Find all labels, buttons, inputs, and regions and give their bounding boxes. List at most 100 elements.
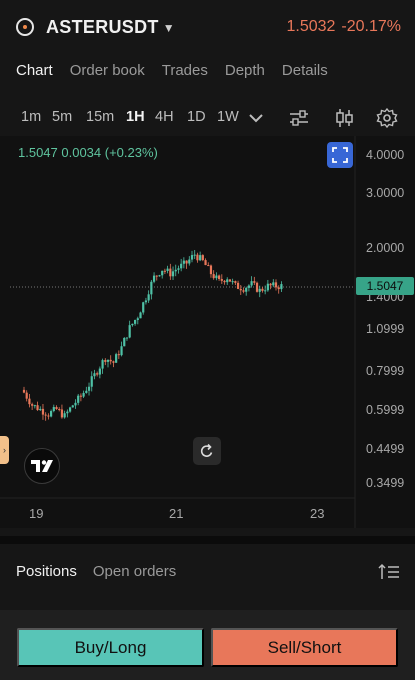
candle-body bbox=[136, 318, 139, 320]
candle-body bbox=[250, 281, 253, 286]
chart-toolbar: 1m 5m 15m 1H 4H 1D 1W bbox=[0, 104, 415, 132]
candle-body bbox=[44, 414, 47, 416]
candle-body bbox=[120, 346, 123, 356]
candle-body bbox=[123, 337, 126, 347]
timeframe-15m[interactable]: 15m bbox=[86, 109, 114, 125]
candle-body bbox=[166, 268, 169, 272]
candle-body bbox=[255, 282, 259, 292]
x-tick-label: 23 bbox=[310, 506, 325, 521]
candle-body bbox=[258, 288, 261, 292]
tab-open-orders[interactable]: Open orders bbox=[93, 563, 176, 580]
candle-body bbox=[247, 285, 251, 288]
candle-body bbox=[131, 323, 134, 326]
candle-body bbox=[204, 260, 207, 266]
candle-body bbox=[28, 398, 31, 405]
candle-body bbox=[155, 275, 158, 277]
buy-long-button[interactable]: Buy/Long bbox=[17, 628, 204, 667]
candle-body bbox=[207, 265, 210, 267]
candle-body bbox=[158, 275, 161, 277]
sell-short-button[interactable]: Sell/Short bbox=[211, 628, 398, 667]
candle-body bbox=[82, 392, 85, 397]
candle-body bbox=[109, 359, 112, 362]
candle-body bbox=[33, 405, 36, 407]
candle-body bbox=[266, 283, 269, 291]
candle-body bbox=[112, 361, 115, 363]
tab-positions[interactable]: Positions bbox=[16, 563, 77, 580]
symbol-dropdown-icon[interactable]: ▼ bbox=[163, 21, 175, 35]
timeframe-1w[interactable]: 1W bbox=[217, 109, 239, 125]
chevron-down-icon[interactable] bbox=[244, 107, 268, 129]
candle-body bbox=[22, 389, 26, 393]
candle-body bbox=[239, 288, 242, 291]
candle-body bbox=[201, 255, 204, 261]
timeframe-4h[interactable]: 4H bbox=[155, 109, 174, 125]
y-tick-label: 0.4499 bbox=[366, 442, 405, 456]
candle-body bbox=[269, 283, 272, 286]
candle-body bbox=[58, 409, 61, 411]
y-tick-label: 1.0999 bbox=[366, 322, 405, 336]
fullscreen-button[interactable] bbox=[327, 142, 353, 168]
candle-body bbox=[196, 254, 199, 261]
candle-body bbox=[47, 415, 50, 417]
candle-body bbox=[128, 325, 131, 338]
candle-body bbox=[147, 294, 150, 301]
candle-body bbox=[264, 290, 267, 292]
candle-body bbox=[177, 268, 180, 270]
candle-body bbox=[115, 354, 118, 363]
price-change: -20.17% bbox=[341, 18, 401, 35]
indicator-settings-icon[interactable] bbox=[287, 107, 311, 129]
tab-details[interactable]: Details bbox=[282, 62, 328, 79]
timeframe-5m[interactable]: 5m bbox=[52, 109, 72, 125]
candle-body bbox=[79, 395, 83, 397]
candle-body bbox=[52, 407, 55, 412]
tab-order-book[interactable]: Order book bbox=[70, 62, 145, 79]
last-price: 1.5032 bbox=[286, 18, 336, 35]
fullscreen-icon bbox=[332, 147, 348, 163]
candle-body bbox=[66, 411, 69, 414]
candle-body bbox=[174, 269, 177, 272]
tab-trades[interactable]: Trades bbox=[162, 62, 208, 79]
candle-body bbox=[193, 254, 196, 256]
aster-logo-icon bbox=[16, 18, 34, 36]
timeframe-1m[interactable]: 1m bbox=[21, 109, 41, 125]
candle-body bbox=[280, 284, 283, 290]
candle-body bbox=[223, 280, 226, 283]
candle-body bbox=[152, 275, 156, 282]
candle-body bbox=[185, 260, 188, 264]
candle-body bbox=[87, 386, 91, 391]
symbol-label[interactable]: ASTERUSDT bbox=[46, 17, 159, 38]
candlestick-icon[interactable] bbox=[332, 107, 356, 129]
y-tick-label: 4.0000 bbox=[366, 148, 405, 162]
tradingview-logo-icon[interactable] bbox=[24, 448, 60, 484]
refresh-icon bbox=[200, 443, 213, 457]
candle-body bbox=[234, 281, 237, 283]
candle-body bbox=[190, 255, 194, 260]
timeframe-1h[interactable]: 1H bbox=[126, 109, 145, 125]
reset-chart-button[interactable] bbox=[193, 437, 221, 465]
candle-body bbox=[55, 407, 58, 410]
candle-body bbox=[68, 407, 72, 412]
tab-depth[interactable]: Depth bbox=[225, 62, 265, 79]
timeframe-1d[interactable]: 1D bbox=[187, 109, 206, 125]
candle-body bbox=[63, 413, 66, 418]
candle-body bbox=[150, 281, 153, 295]
candle-body bbox=[90, 376, 93, 387]
candle-body bbox=[77, 395, 80, 403]
candle-body bbox=[272, 282, 275, 286]
candle-body bbox=[277, 287, 280, 290]
candle-body bbox=[217, 275, 221, 279]
candle-body bbox=[209, 265, 213, 275]
sort-icon[interactable] bbox=[378, 563, 400, 581]
candle-body bbox=[245, 287, 248, 292]
candle-body bbox=[188, 259, 191, 264]
chart-panel[interactable] bbox=[0, 136, 415, 528]
candle-body bbox=[106, 359, 110, 362]
price-chart bbox=[0, 136, 356, 528]
candle-body bbox=[220, 278, 223, 281]
gear-icon[interactable] bbox=[375, 107, 399, 129]
positions-tabs: Positions Open orders bbox=[16, 563, 176, 580]
ohlc-readout: 1.5047 0.0034 (+0.23%) bbox=[18, 145, 158, 160]
side-drawer-handle[interactable]: › bbox=[0, 436, 9, 464]
candle-body bbox=[182, 260, 185, 264]
tab-chart[interactable]: Chart bbox=[16, 62, 53, 79]
